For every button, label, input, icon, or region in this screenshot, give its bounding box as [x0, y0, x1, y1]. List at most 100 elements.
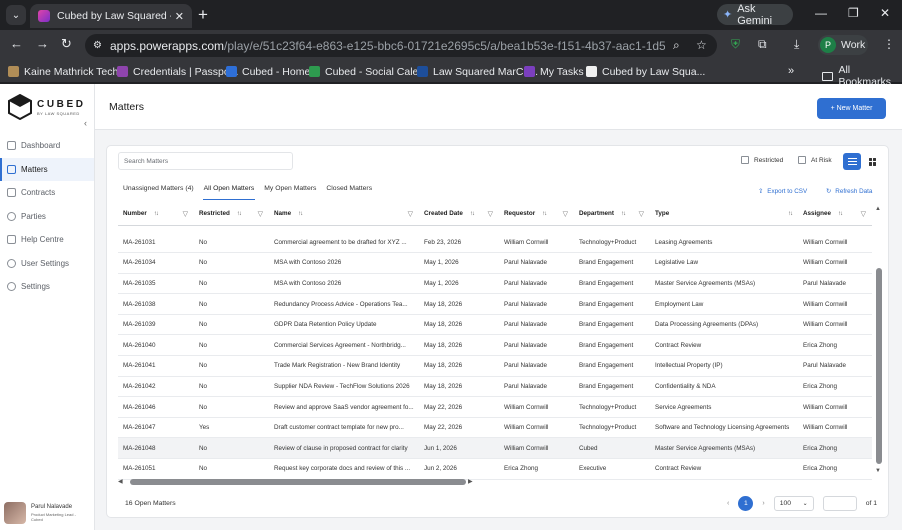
- table-row[interactable]: MA-261031 No Commercial agreement to be dr…: [118, 232, 872, 254]
- sort-icon[interactable]: ↑↓: [621, 211, 626, 217]
- grid-view-button[interactable]: [865, 153, 880, 170]
- sidebar-item-help-centre[interactable]: Help Centre: [0, 228, 94, 252]
- table-row[interactable]: MA-261048 No Review of clause in proposed …: [118, 437, 872, 460]
- column-header-restricted[interactable]: Restricted ↑↓ ▽: [194, 203, 269, 226]
- page-number-button[interactable]: 1: [738, 496, 754, 511]
- sidebar-item-settings[interactable]: Settings: [0, 275, 94, 299]
- refresh-data-button[interactable]: ↻ Refresh Data: [826, 188, 872, 195]
- horizontal-scrollbar[interactable]: ◀ ▶: [118, 478, 872, 486]
- checkbox-box[interactable]: [798, 156, 806, 164]
- page-jump-input[interactable]: [822, 496, 857, 511]
- sort-icon[interactable]: ↑↓: [838, 211, 843, 217]
- sort-icon[interactable]: ↑↓: [542, 211, 547, 217]
- filter-icon[interactable]: ▽: [488, 210, 493, 218]
- list-view-button[interactable]: [843, 153, 861, 170]
- scrollbar-thumb[interactable]: [876, 268, 882, 464]
- bookmark-item[interactable]: Cubed - Home: [226, 64, 310, 79]
- close-window-icon[interactable]: ✕: [880, 6, 890, 20]
- filter-icon[interactable]: ▽: [639, 210, 644, 218]
- scroll-right-icon[interactable]: ▶: [468, 478, 473, 485]
- close-icon[interactable]: ✕: [175, 10, 184, 23]
- sidebar-item-parties[interactable]: Parties: [0, 205, 94, 229]
- sort-icon[interactable]: ↑↓: [788, 211, 793, 217]
- bookmark-item[interactable]: Cubed - Social Cale...: [309, 64, 427, 79]
- table-row[interactable]: MA-261038 No Redundancy Process Advice - O…: [118, 293, 872, 315]
- sort-icon[interactable]: ↑↓: [470, 211, 475, 217]
- sort-icon[interactable]: ↑↓: [154, 211, 159, 217]
- scroll-left-icon[interactable]: ◀: [118, 478, 123, 485]
- tab-all-open-matters[interactable]: All Open Matters: [199, 182, 260, 200]
- reload-icon[interactable]: ↻: [61, 36, 72, 52]
- tab-search-button[interactable]: ⌄: [6, 5, 26, 25]
- restore-icon[interactable]: ❐: [848, 6, 859, 20]
- download-icon[interactable]: ⤓: [794, 37, 799, 52]
- column-header-type[interactable]: Type ↑↓: [650, 203, 798, 226]
- column-header-requestor[interactable]: Requestor ↑↓ ▽: [499, 203, 574, 226]
- sort-icon[interactable]: ↑↓: [298, 211, 303, 217]
- user-profile[interactable]: Parul Nalavade Product Marketing Lead - …: [4, 502, 76, 524]
- sort-icon[interactable]: ↑↓: [237, 211, 242, 217]
- filter-icon[interactable]: ▽: [183, 210, 188, 218]
- table-row[interactable]: MA-261040 No Commercial Services Agreement…: [118, 334, 872, 357]
- filter-icon[interactable]: ▽: [258, 210, 263, 218]
- site-info-icon[interactable]: ⚙: [93, 40, 102, 51]
- filter-icon[interactable]: ▽: [563, 210, 568, 218]
- tab-unassigned-matters[interactable]: Unassigned Matters (4): [118, 182, 199, 198]
- table-row[interactable]: MA-261046 No Review and approve SaaS vendo…: [118, 396, 872, 418]
- scroll-up-icon[interactable]: ▲: [875, 206, 881, 212]
- bookmark-item[interactable]: Law Squared MarCo...: [417, 64, 538, 79]
- sidebar-item-contracts[interactable]: Contracts: [0, 181, 94, 205]
- minimize-icon[interactable]: —: [815, 6, 827, 20]
- tab-closed-matters[interactable]: Closed Matters: [321, 182, 377, 198]
- table-row[interactable]: MA-261042 No Supplier NDA Review - TechFlo…: [118, 376, 872, 398]
- bookmark-item[interactable]: My Tasks: [524, 64, 584, 79]
- table-row[interactable]: MA-261035 No MSA with Contoso 2026 May 1, 2…: [118, 273, 872, 295]
- url-text[interactable]: apps.powerapps.com/play/e/51c23f64-e863-…: [110, 39, 665, 53]
- new-tab-button[interactable]: +: [198, 5, 208, 25]
- zoom-icon[interactable]: ⌕: [673, 38, 680, 53]
- vertical-scrollbar[interactable]: ▲ ▼: [875, 206, 883, 476]
- address-bar[interactable]: ⚙ apps.powerapps.com/play/e/51c23f64-e86…: [85, 34, 717, 57]
- column-header-assignee[interactable]: Assignee ↑↓ ▽: [798, 203, 872, 226]
- more-bookmarks-icon[interactable]: »: [788, 65, 794, 77]
- table-row[interactable]: MA-261051 No Request key corporate docs an…: [118, 458, 872, 480]
- filter-icon[interactable]: ▽: [408, 210, 413, 218]
- column-header-name[interactable]: Name ↑↓ ▽: [269, 203, 419, 226]
- export-csv-button[interactable]: ⇪ Export to CSV: [758, 188, 807, 195]
- forward-icon[interactable]: →: [36, 36, 49, 51]
- next-page-icon[interactable]: ›: [762, 500, 764, 507]
- table-row[interactable]: MA-261039 No GDPR Data Retention Policy Up…: [118, 314, 872, 336]
- ask-gemini-button[interactable]: ✦ Ask Gemini: [717, 3, 793, 27]
- scrollbar-thumb[interactable]: [130, 479, 466, 485]
- back-icon[interactable]: ←: [10, 36, 23, 51]
- more-menu-icon[interactable]: ⋮: [883, 37, 895, 51]
- prev-page-icon[interactable]: ‹: [727, 500, 729, 507]
- sidebar-item-dashboard[interactable]: Dashboard: [0, 134, 94, 158]
- at-risk-checkbox[interactable]: At Risk: [798, 156, 832, 164]
- bookmark-item[interactable]: Cubed by Law Squa...: [586, 64, 705, 79]
- sidebar-item-matters[interactable]: Matters: [0, 157, 94, 181]
- column-header-department[interactable]: Department ↑↓ ▽: [574, 203, 650, 226]
- filter-icon[interactable]: ▽: [861, 210, 866, 218]
- bookmark-star-icon[interactable]: ☆: [696, 38, 707, 52]
- page-size-select[interactable]: 100 ⌄: [773, 496, 814, 511]
- collapse-sidebar-icon[interactable]: ‹: [84, 118, 87, 128]
- checkbox-box[interactable]: [741, 156, 749, 164]
- scroll-down-icon[interactable]: ▼: [875, 468, 881, 474]
- extensions-icon[interactable]: ⧉: [758, 37, 767, 52]
- new-matter-button[interactable]: + New Matter: [817, 98, 886, 119]
- tab-my-open-matters[interactable]: My Open Matters: [259, 182, 321, 198]
- shield-extension-icon[interactable]: ⛨: [731, 37, 740, 52]
- bookmark-item[interactable]: Kaine Mathrick Tech...: [8, 64, 127, 79]
- table-row[interactable]: MA-261041 No Trade Mark Registration - New…: [118, 355, 872, 377]
- column-header-created-date[interactable]: Created Date ↑↓ ▽: [419, 203, 499, 226]
- table-row[interactable]: MA-261034 No MSA with Contoso 2026 May 1, 2…: [118, 252, 872, 274]
- column-header-number[interactable]: Number ↑↓ ▽: [118, 203, 194, 226]
- browser-tab[interactable]: Cubed by Law Squared - Power Apps ✕: [30, 4, 192, 28]
- search-input[interactable]: [118, 152, 293, 170]
- restricted-checkbox[interactable]: Restricted: [741, 156, 783, 164]
- profile-button[interactable]: P Work: [818, 35, 868, 55]
- sidebar-item-user-settings[interactable]: User Settings: [0, 252, 94, 276]
- table-row[interactable]: MA-261047 Yes Draft customer contract temp…: [118, 417, 872, 439]
- bookmark-item[interactable]: Credentials | Passpo...: [117, 64, 238, 79]
